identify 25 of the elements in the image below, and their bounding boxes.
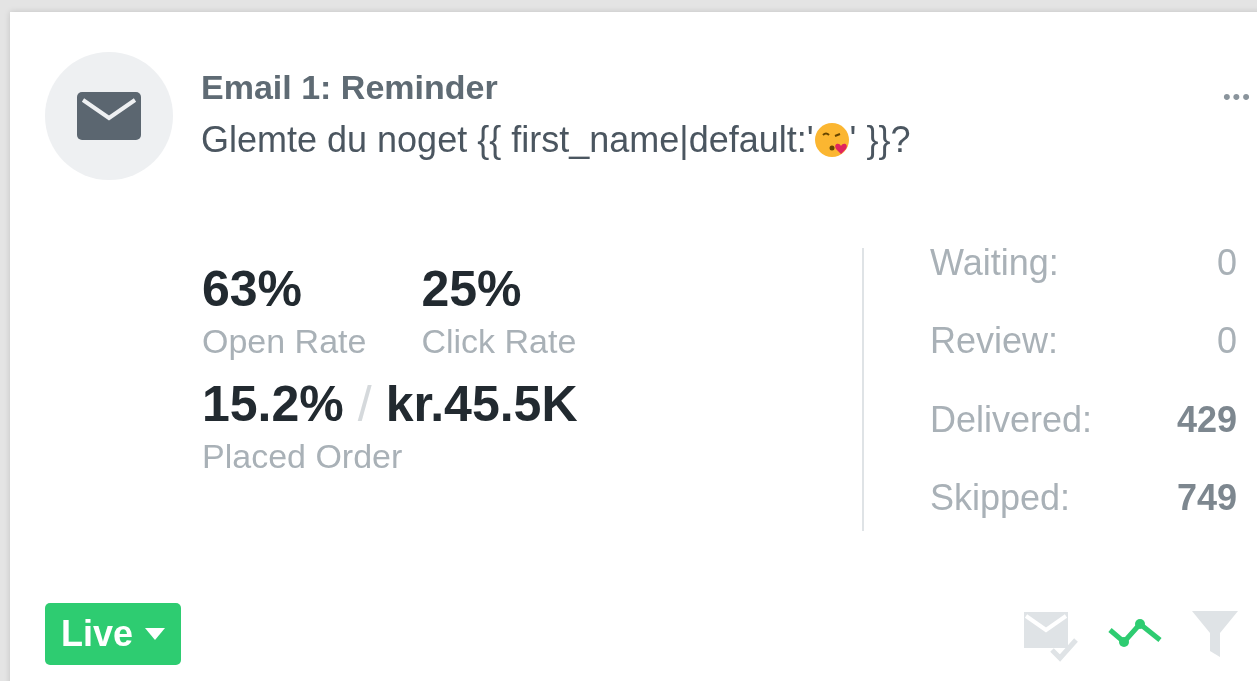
metric-value: 25%	[421, 260, 523, 318]
metric-label: Open Rate	[202, 322, 367, 361]
stat-label: Waiting:	[930, 242, 1060, 285]
metric-label: Placed Order	[202, 437, 404, 476]
envelope-icon	[77, 92, 141, 140]
subject-text: Glemte du noget {{ first_name|default:'	[201, 119, 814, 161]
revenue-value: kr.45.5K	[385, 375, 578, 433]
separator-text: /	[357, 375, 372, 433]
more-menu-button[interactable]: •••	[1222, 82, 1252, 112]
stat-label: Review:	[930, 320, 1060, 364]
caret-icon	[145, 628, 166, 640]
stat-label: Skipped:	[930, 476, 1072, 520]
filter-icon[interactable]	[1190, 609, 1240, 659]
metric-value: 63%	[202, 260, 304, 318]
stat-label: Delivered:	[930, 398, 1093, 442]
email-title: Email 1: Reminder	[201, 68, 499, 107]
metric-value: 15.2%	[202, 375, 344, 433]
status-dropdown[interactable]: Live	[45, 603, 182, 665]
metric-label: Click Rate	[421, 322, 577, 361]
stat-value: 749	[1175, 476, 1237, 520]
stat-value: 429	[1175, 398, 1237, 442]
stat-value: 0	[1215, 320, 1237, 364]
kissing-face-icon	[813, 122, 850, 158]
subject-text: ' }}?	[849, 119, 911, 161]
stat-value: 0	[1215, 242, 1237, 285]
